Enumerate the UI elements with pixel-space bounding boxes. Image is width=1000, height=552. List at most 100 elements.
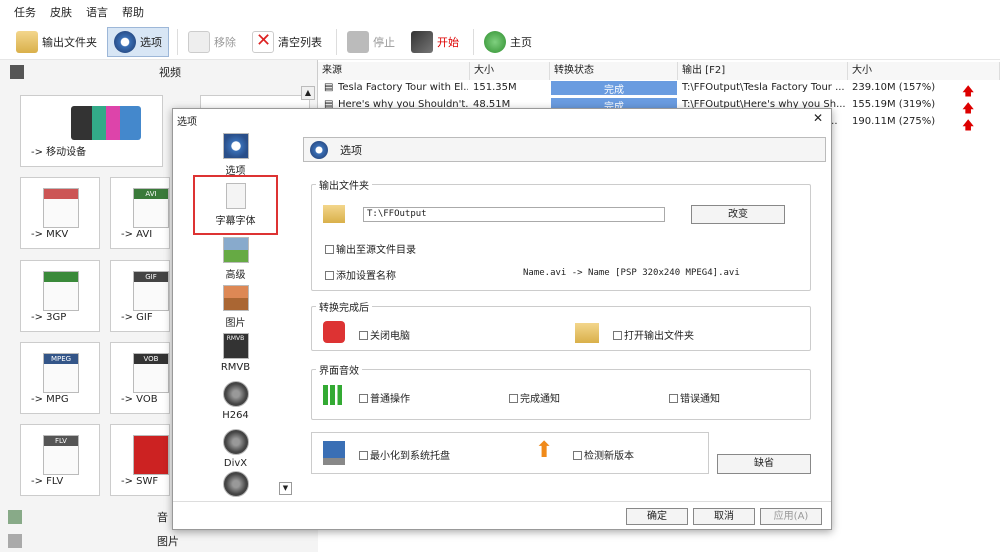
col-status[interactable]: 转换状态 — [550, 62, 678, 80]
sound-normal-checkbox[interactable]: 普通操作 — [359, 390, 410, 405]
picture-icon — [222, 285, 249, 311]
table-row[interactable]: ▤ Tesla Factory Tour with El... 151.35M … — [318, 80, 1000, 98]
file-icon: ▤ — [324, 82, 334, 93]
default-button[interactable]: 缺省 — [717, 454, 811, 474]
scroll-up-button[interactable]: ▲ — [301, 86, 315, 100]
menu-skin[interactable]: 皮肤 — [50, 4, 72, 20]
col-output[interactable]: 输出 [F2] — [678, 62, 848, 80]
output-to-source-checkbox[interactable]: 输出至源文件目录 — [325, 241, 416, 256]
music-icon — [8, 510, 22, 524]
tile-mpg[interactable]: MPEG -> MPG — [20, 342, 100, 414]
add-setting-name-checkbox[interactable]: 添加设置名称 — [325, 267, 396, 282]
name-example: Name.avi -> Name [PSP 320x240 MPEG4].avi — [523, 268, 740, 278]
col-source[interactable]: 来源 — [318, 62, 470, 80]
mobile-devices-icon — [71, 106, 141, 140]
mkv-icon — [43, 188, 79, 228]
options-content: 选项 输出文件夹 T:\FFOutput 改变 输出至源文件目录 添加设置名称 … — [303, 137, 826, 497]
video-icon — [10, 65, 24, 79]
cancel-button[interactable]: 取消 — [693, 508, 755, 525]
sound-done-checkbox[interactable]: 完成通知 — [509, 390, 560, 405]
mpeg-icon: MPEG — [43, 353, 79, 393]
dialog-divider — [173, 501, 831, 502]
landscape-icon — [222, 237, 249, 263]
tile-gif[interactable]: GIF -> GIF — [110, 260, 170, 332]
col-out-size[interactable]: 大小 — [848, 62, 1000, 80]
apply-button[interactable]: 应用(A) — [760, 508, 822, 525]
col-size[interactable]: 大小 — [470, 62, 550, 80]
output-folder-button[interactable]: 输出文件夹 — [10, 27, 103, 57]
arrow-up-icon: ⬆ — [535, 438, 554, 463]
folder-icon — [16, 30, 38, 53]
sidebar-item-divx[interactable]: DivX — [193, 429, 278, 469]
clear-list-button[interactable]: 清空列表 — [246, 27, 328, 57]
sidebar-item-h264[interactable]: H264 — [193, 381, 278, 421]
change-button[interactable]: 改变 — [691, 205, 785, 224]
sidebar-item-more[interactable] — [193, 471, 278, 500]
sidebar-item-advanced[interactable]: 高级 — [193, 237, 278, 281]
tile-avi[interactable]: AVI -> AVI — [110, 177, 170, 249]
swf-icon — [133, 435, 169, 475]
picture-icon — [8, 534, 22, 548]
options-sidebar: 选项 字幕字体 高级 图片 RMVB RMVB H264 DivX — [193, 131, 278, 497]
tile-mobile[interactable]: -> 移动设备 — [20, 95, 163, 167]
film-reel-icon — [222, 429, 249, 455]
volume-bars-icon — [323, 385, 347, 405]
monitor-icon — [323, 441, 345, 465]
shutdown-checkbox[interactable]: 关闭电脑 — [359, 327, 410, 342]
open-output-folder-checkbox[interactable]: 打开输出文件夹 — [613, 327, 694, 342]
sidebar-item-subtitle-font[interactable]: 字幕字体 — [193, 175, 278, 235]
after-conversion-group: 转换完成后 — [311, 299, 811, 351]
sound-error-checkbox[interactable]: 错误通知 — [669, 390, 720, 405]
menu-task[interactable]: 任务 — [14, 4, 36, 20]
section-header: 选项 — [303, 137, 826, 162]
stop-icon — [347, 30, 369, 53]
film-reel-icon — [222, 381, 249, 407]
ok-button[interactable]: 确定 — [626, 508, 688, 525]
clear-icon — [252, 30, 274, 53]
remove-icon — [188, 30, 210, 53]
toolbar-divider — [473, 28, 474, 55]
avi-icon: AVI — [133, 188, 169, 228]
sidebar-item-options[interactable]: 选项 — [193, 133, 278, 177]
menu-language[interactable]: 语言 — [86, 4, 108, 20]
tile-flv[interactable]: FLV -> FLV — [20, 424, 100, 496]
start-icon — [411, 30, 433, 53]
gear-icon — [114, 30, 136, 53]
video-category-header[interactable]: 视频 — [0, 60, 317, 84]
sidebar-item-picture[interactable]: 图片 — [193, 285, 278, 329]
options-button[interactable]: 选项 — [107, 26, 169, 57]
flv-icon: FLV — [43, 435, 79, 475]
arrow-up-icon: 🡅 — [962, 118, 975, 132]
menu-bar: 任务 皮肤 语言 帮助 — [0, 0, 1000, 24]
film-reel-icon — [222, 471, 249, 497]
vob-icon: VOB — [133, 353, 169, 393]
output-path-input[interactable]: T:\FFOutput — [363, 207, 665, 222]
folder-icon — [575, 323, 599, 343]
menu-help[interactable]: 帮助 — [122, 4, 144, 20]
3gp-icon — [43, 271, 79, 311]
sidebar-scroll-down-button[interactable]: ▼ — [279, 482, 292, 495]
home-icon — [484, 30, 506, 53]
minimize-tray-checkbox[interactable]: 最小化到系统托盘 — [359, 447, 450, 462]
start-button[interactable]: 开始 — [405, 27, 465, 57]
toolbar-divider — [336, 28, 337, 55]
check-update-checkbox[interactable]: 检测新版本 — [573, 447, 634, 462]
picture-category-header[interactable]: 图片 — [0, 530, 318, 552]
sidebar-item-rmvb[interactable]: RMVB RMVB — [193, 333, 278, 373]
stop-button[interactable]: 停止 — [341, 27, 401, 57]
tile-swf[interactable]: -> SWF — [110, 424, 170, 496]
gif-icon: GIF — [133, 271, 169, 311]
status-badge: 完成 — [551, 81, 677, 95]
tile-mkv[interactable]: -> MKV — [20, 177, 100, 249]
document-icon — [225, 183, 246, 209]
tile-3gp[interactable]: -> 3GP — [20, 260, 100, 332]
gear-icon — [310, 140, 328, 159]
toolbar-divider — [177, 28, 178, 55]
home-button[interactable]: 主页 — [478, 27, 538, 57]
tile-vob[interactable]: VOB -> VOB — [110, 342, 170, 414]
toolbar: 输出文件夹 选项 移除 清空列表 停止 开始 主页 — [0, 24, 1000, 60]
gear-icon — [222, 133, 249, 159]
close-icon[interactable]: ✕ — [813, 111, 823, 125]
rmvb-icon: RMVB — [222, 333, 249, 359]
remove-button[interactable]: 移除 — [182, 27, 242, 57]
